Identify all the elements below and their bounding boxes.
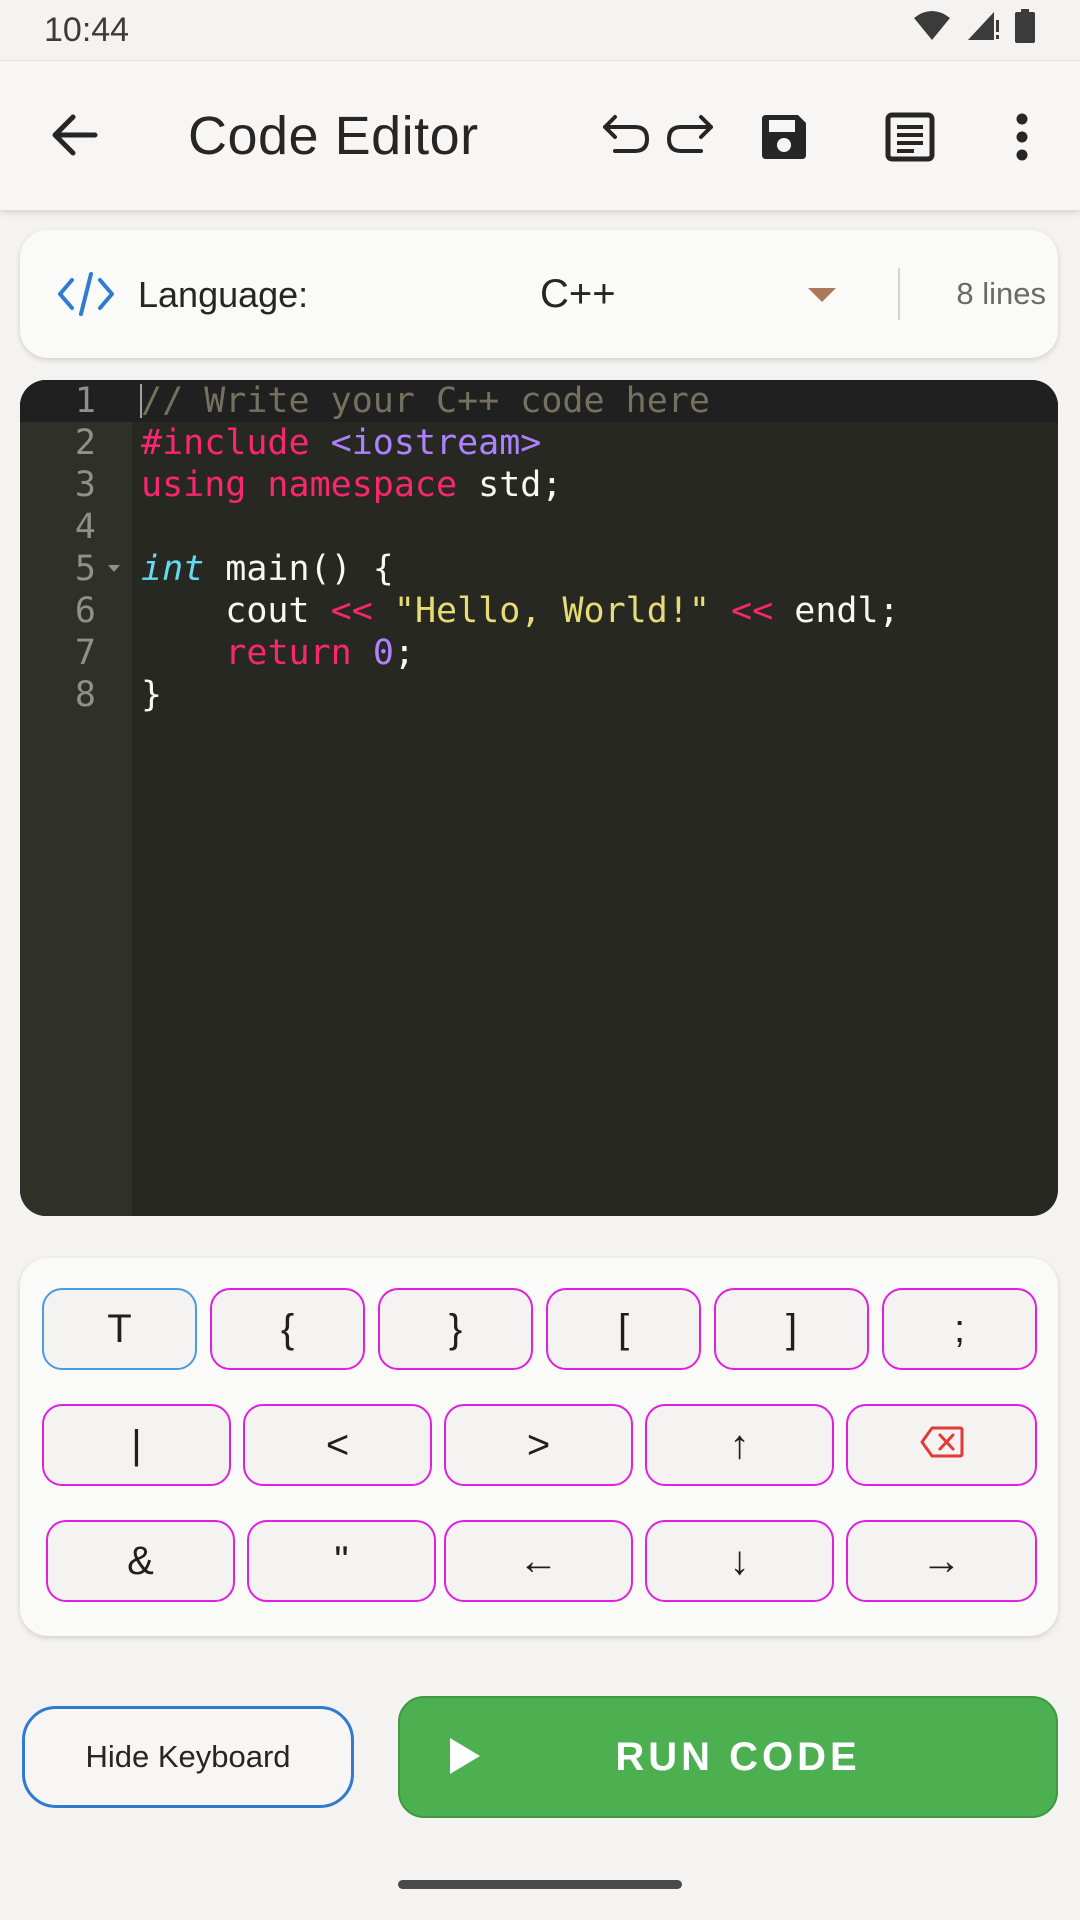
status-icons	[912, 8, 1036, 52]
play-icon	[450, 1738, 480, 1774]
language-label: Language:	[138, 274, 309, 315]
key-pipe[interactable]: |	[42, 1404, 231, 1486]
language-card: Language: C++ 8 lines	[20, 230, 1058, 358]
code-line[interactable]: 2 #include <iostream>	[20, 422, 1058, 464]
key-arrow-left[interactable]: ←	[444, 1520, 633, 1602]
key-arrow-up[interactable]: ↑	[645, 1404, 834, 1486]
run-code-label: RUN CODE	[615, 1734, 861, 1779]
key-open-bracket[interactable]: [	[546, 1288, 701, 1370]
key-ampersand[interactable]: &	[46, 1520, 235, 1602]
code-token: }	[141, 675, 163, 715]
line-number: 5	[74, 549, 96, 589]
code-line[interactable]: 6 cout << "Hello, World!" << endl;	[20, 590, 1058, 632]
code-text: using namespace std;	[141, 464, 562, 506]
code-line[interactable]: 8}	[20, 674, 1058, 716]
code-token: ;	[393, 633, 415, 673]
key-close-bracket[interactable]: ]	[714, 1288, 869, 1370]
code-token: <iostream>	[330, 423, 542, 463]
code-text: cout << "Hello, World!" << endl;	[141, 590, 900, 632]
code-line[interactable]: 4	[20, 506, 1058, 548]
key-semicolon[interactable]: ;	[882, 1288, 1037, 1370]
hide-keyboard-button[interactable]: Hide Keyboard	[22, 1706, 354, 1808]
chevron-down-icon[interactable]	[808, 288, 836, 302]
line-number: 8	[74, 675, 96, 715]
language-select[interactable]: C++	[540, 272, 616, 317]
code-token: <<	[330, 591, 373, 631]
code-text: return 0;	[141, 632, 415, 674]
line-number: 7	[74, 633, 96, 673]
fold-arrow-icon[interactable]	[108, 565, 120, 572]
code-line[interactable]: 5 int main() {	[20, 548, 1058, 590]
code-line[interactable]: 3 using namespace std;	[20, 464, 1058, 506]
key-arrow-right[interactable]: →	[846, 1520, 1037, 1602]
code-token: #include	[141, 423, 331, 463]
key-less-than[interactable]: <	[243, 1404, 432, 1486]
redo-icon[interactable]	[662, 105, 718, 161]
status-time: 10:44	[44, 10, 130, 49]
wifi-icon	[912, 10, 952, 51]
battery-icon	[1014, 8, 1036, 52]
divider	[898, 268, 900, 320]
line-number: 6	[74, 591, 96, 631]
code-icon	[58, 272, 114, 321]
key-backspace[interactable]	[846, 1404, 1037, 1486]
line-number: 3	[74, 465, 96, 505]
key-arrow-down[interactable]: ↓	[645, 1520, 834, 1602]
backspace-icon	[920, 1423, 964, 1468]
code-token: <<	[731, 591, 774, 631]
signal-icon	[966, 10, 1000, 51]
code-text: // Write your C++ code here	[141, 380, 710, 422]
line-count: 8 lines	[956, 276, 1046, 311]
key-text-mode[interactable]: T	[42, 1288, 197, 1370]
code-text: }	[141, 674, 162, 716]
code-token: int	[141, 549, 205, 589]
page-title: Code Editor	[188, 106, 479, 166]
code-token: endl;	[773, 591, 900, 631]
run-code-button[interactable]: RUN CODE	[398, 1696, 1058, 1818]
status-bar: 10:44	[0, 0, 1080, 60]
symbol-keyboard: T { } [ ] ; | < > ↑ & " ← ↓ →	[20, 1258, 1058, 1636]
code-text: int main() {	[141, 548, 394, 590]
key-greater-than[interactable]: >	[444, 1404, 633, 1486]
key-close-brace[interactable]: }	[378, 1288, 533, 1370]
document-icon[interactable]	[880, 107, 940, 167]
code-token: // Write your C++ code here	[141, 381, 710, 421]
code-text: #include <iostream>	[141, 422, 541, 464]
key-open-brace[interactable]: {	[210, 1288, 365, 1370]
line-number: 4	[74, 507, 96, 547]
key-quote[interactable]: "	[247, 1520, 436, 1602]
code-token: using namespace	[141, 465, 458, 505]
line-number: 1	[74, 381, 96, 421]
code-token: cout	[141, 591, 331, 631]
home-indicator[interactable]	[398, 1880, 682, 1889]
undo-icon[interactable]	[598, 105, 654, 161]
more-vert-icon[interactable]	[1002, 105, 1042, 169]
code-editor[interactable]: 1 // Write your C++ code here 2 #include <i…	[20, 380, 1058, 1216]
code-line[interactable]: 7 return 0;	[20, 632, 1058, 674]
code-token: main() {	[204, 549, 394, 589]
line-number: 2	[74, 423, 96, 463]
code-token: return	[225, 633, 352, 673]
code-line[interactable]: 1 // Write your C++ code here	[20, 380, 1058, 422]
code-token: 0	[372, 633, 394, 673]
code-token: std;	[457, 465, 563, 505]
save-icon[interactable]	[754, 107, 814, 167]
app-bar: Code Editor	[0, 60, 1080, 210]
code-token: "Hello, World!"	[393, 591, 710, 631]
back-arrow-icon[interactable]	[40, 101, 108, 169]
